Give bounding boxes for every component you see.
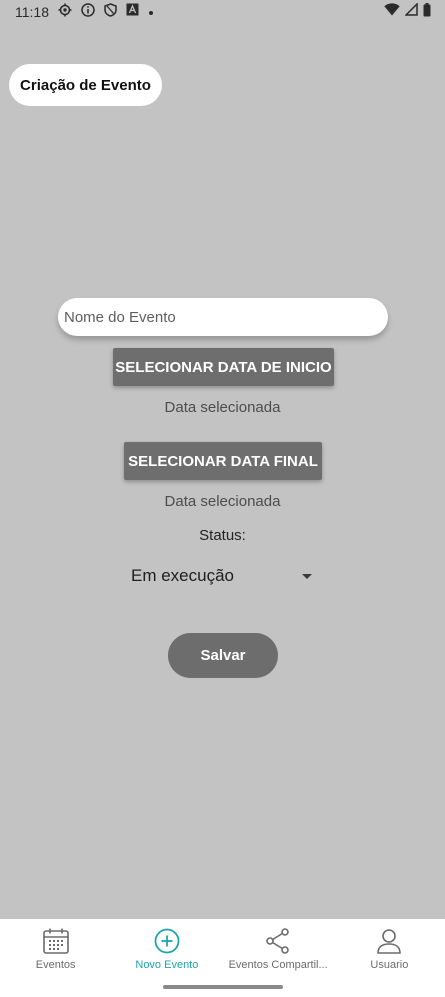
notification-dot-icon (148, 3, 154, 21)
user-icon (375, 927, 403, 955)
calendar-icon (42, 927, 70, 955)
nav-item-eventos[interactable]: Eventos (0, 919, 111, 997)
status-right (384, 2, 431, 22)
select-end-date-button[interactable]: SELECIONAR DATA FINAL (124, 442, 322, 480)
dropdown-arrow-icon (302, 573, 312, 579)
page-title: Criação de Evento (9, 64, 162, 106)
select-start-date-button[interactable]: SELECIONAR DATA DE INICIO (113, 348, 334, 386)
signal-icon (404, 2, 418, 21)
nav-label: Novo Evento (135, 959, 199, 971)
add-circle-icon (153, 927, 181, 955)
settings-icon (58, 3, 72, 22)
share-icon (264, 927, 292, 955)
home-indicator[interactable] (163, 985, 283, 989)
info-icon (81, 2, 95, 22)
battery-icon (423, 2, 431, 22)
status-time: 11:18 (15, 4, 49, 20)
event-name-input[interactable] (58, 298, 388, 336)
status-dropdown-value: Em execução (131, 566, 234, 585)
status-label: Status: (199, 527, 246, 544)
status-bar: 11:18 (0, 0, 445, 24)
nav-item-usuario[interactable]: Usuario (334, 919, 445, 997)
status-left: 11:18 (15, 2, 154, 22)
wifi-icon (384, 3, 400, 21)
nav-label: Eventos (35, 959, 76, 971)
nav-label: Eventos Compartil... (228, 959, 328, 971)
save-button[interactable]: Salvar (168, 633, 278, 678)
shield-icon (104, 2, 117, 22)
end-date-text: Data selecionada (164, 493, 281, 510)
start-date-text: Data selecionada (164, 399, 281, 416)
text-a-icon (126, 3, 139, 21)
status-dropdown[interactable]: Em execução (131, 562, 315, 590)
nav-label: Usuario (370, 959, 409, 971)
